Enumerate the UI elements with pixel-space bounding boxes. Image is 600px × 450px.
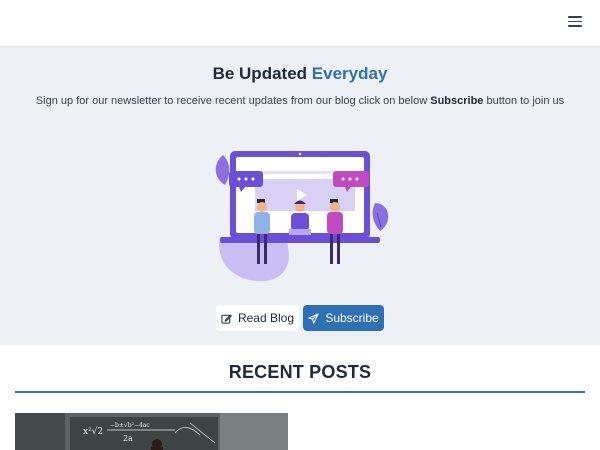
hero-title: Be Updated Everyday (0, 64, 600, 84)
hero-subtitle: Sign up for our newsletter to receive re… (0, 95, 600, 107)
send-icon (308, 312, 319, 324)
edit-icon (221, 313, 232, 324)
subscribe-label: Subscribe (325, 311, 379, 325)
board-formula-top: −b±√b²−4ac (110, 422, 150, 429)
hero-subtitle-start: Sign up for our newsletter to receive re… (35, 95, 428, 107)
read-blog-button[interactable]: Read Blog (216, 305, 299, 331)
hero-subtitle-bold: Subscribe (430, 95, 484, 107)
read-blog-label: Read Blog (237, 311, 295, 325)
hero-subtitle-end: button to join us (486, 95, 565, 107)
newsletter-hero: Be Updated Everyday Sign up for our news… (0, 47, 600, 345)
top-navbar (0, 0, 600, 47)
section-divider (15, 391, 585, 393)
recent-posts-title: RECENT POSTS (228, 362, 372, 382)
board-formula-bottom: 2a (123, 434, 133, 443)
hero-title-accent: Everyday (311, 64, 388, 83)
hero-title-prefix: Be Updated (212, 64, 308, 83)
subscribe-button[interactable]: Subscribe (303, 305, 384, 331)
board-formula-left: x²√2 (83, 426, 103, 437)
hero-actions: Read Blog Subscribe (0, 305, 600, 331)
post-thumbnail[interactable]: x²√2 −b±√b²−4ac 2a (15, 413, 288, 450)
online-learning-illustration (215, 151, 389, 282)
chalkboard-lecture-image: x²√2 −b±√b²−4ac 2a (15, 413, 288, 450)
hamburger-menu-icon[interactable] (568, 16, 582, 30)
